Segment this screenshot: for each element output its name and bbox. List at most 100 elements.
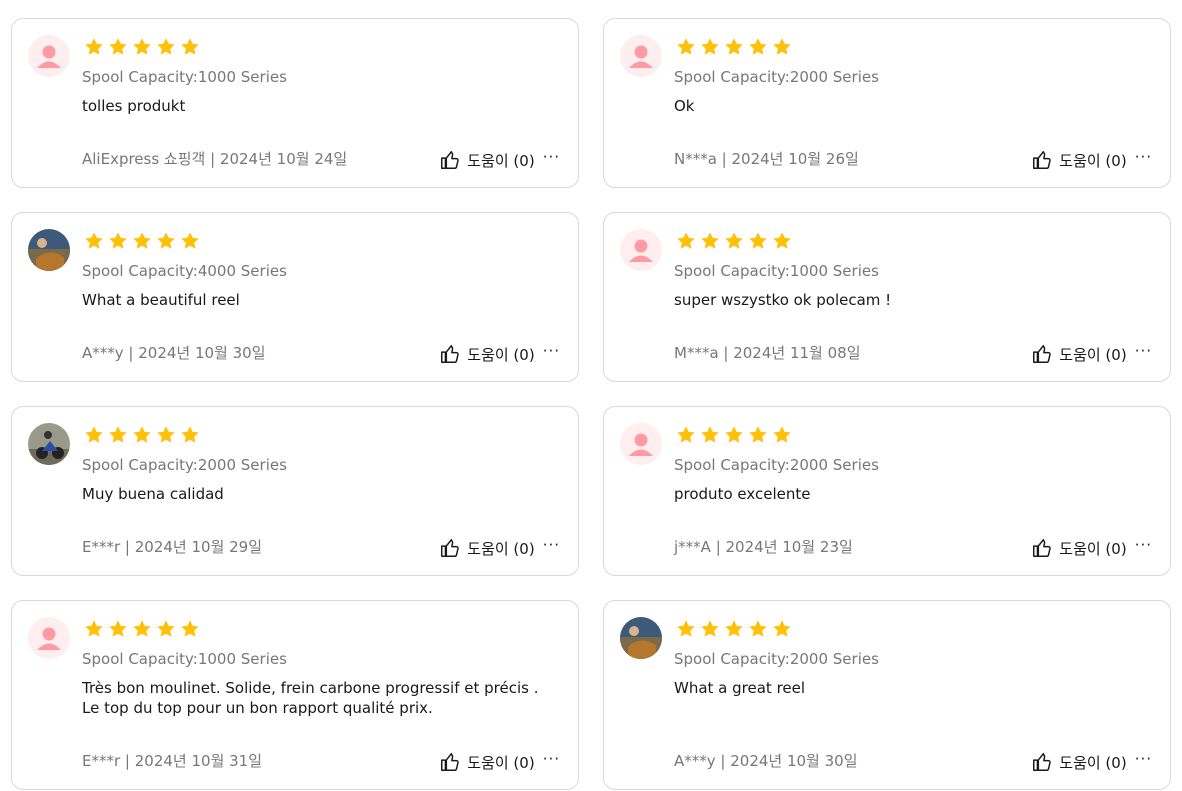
star-rating — [676, 231, 792, 251]
thumbs-up-icon — [1031, 343, 1053, 365]
star-icon — [109, 232, 127, 249]
spool-capacity-label: Spool Capacity:1000 Series — [82, 650, 287, 668]
star-icon — [133, 232, 151, 249]
star-icon — [133, 426, 151, 443]
star-icon — [749, 38, 767, 55]
star-icon — [701, 38, 719, 55]
helpful-button[interactable]: 도움이 (0) — [1031, 149, 1127, 171]
star-icon — [773, 232, 791, 249]
star-icon — [677, 620, 695, 637]
star-rating — [84, 425, 200, 445]
star-icon — [109, 426, 127, 443]
star-icon — [677, 426, 695, 443]
review-card: Spool Capacity:2000 Series Ok N***a | 20… — [603, 18, 1171, 188]
spool-capacity-label: Spool Capacity:1000 Series — [82, 68, 287, 86]
star-icon — [725, 620, 743, 637]
author-date: E***r | 2024년 10월 29일 — [82, 538, 263, 556]
helpful-button[interactable]: 도움이 (0) — [1031, 751, 1127, 773]
helpful-button[interactable]: 도움이 (0) — [1031, 537, 1127, 559]
more-icon[interactable]: ··· — [543, 343, 560, 359]
review-card: Spool Capacity:2000 Series Muy buena cal… — [11, 406, 579, 576]
star-icon — [157, 620, 175, 637]
author-date: A***y | 2024년 10월 30일 — [674, 752, 858, 770]
spool-capacity-label: Spool Capacity:4000 Series — [82, 262, 287, 280]
review-card: Spool Capacity:2000 Series What a great … — [603, 600, 1171, 790]
more-icon[interactable]: ··· — [1135, 149, 1152, 165]
default-avatar-icon — [28, 617, 70, 659]
star-rating — [676, 425, 792, 445]
spool-capacity-label: Spool Capacity:2000 Series — [674, 456, 879, 474]
star-icon — [701, 426, 719, 443]
thumbs-up-icon — [439, 537, 461, 559]
more-icon[interactable]: ··· — [1135, 537, 1152, 553]
helpful-label: 도움이 (0) — [1059, 753, 1127, 772]
review-actions: 도움이 (0) ··· — [1031, 537, 1152, 559]
helpful-label: 도움이 (0) — [467, 753, 535, 772]
helpful-button[interactable]: 도움이 (0) — [439, 751, 535, 773]
star-rating — [84, 231, 200, 251]
author-date: E***r | 2024년 10월 31일 — [82, 752, 263, 770]
star-icon — [725, 38, 743, 55]
star-icon — [85, 620, 103, 637]
review-text: produto excelente — [674, 485, 811, 503]
review-card: Spool Capacity:1000 Series super wszystk… — [603, 212, 1171, 382]
spool-capacity-label: Spool Capacity:2000 Series — [82, 456, 287, 474]
review-text: Muy buena calidad — [82, 485, 224, 503]
author-date: AliExpress 쇼핑객 | 2024년 10월 24일 — [82, 150, 348, 168]
star-icon — [85, 38, 103, 55]
star-icon — [85, 426, 103, 443]
more-icon[interactable]: ··· — [1135, 343, 1152, 359]
helpful-label: 도움이 (0) — [1059, 151, 1127, 170]
user-photo-avatar[interactable] — [28, 229, 70, 271]
star-icon — [157, 426, 175, 443]
star-icon — [133, 38, 151, 55]
star-icon — [749, 232, 767, 249]
star-rating — [676, 37, 792, 57]
star-icon — [157, 232, 175, 249]
author-date: N***a | 2024년 10월 26일 — [674, 150, 859, 168]
star-rating — [84, 37, 200, 57]
star-icon — [181, 426, 199, 443]
user-photo-avatar[interactable] — [620, 617, 662, 659]
helpful-button[interactable]: 도움이 (0) — [1031, 343, 1127, 365]
star-icon — [109, 38, 127, 55]
star-icon — [677, 232, 695, 249]
helpful-button[interactable]: 도움이 (0) — [439, 343, 535, 365]
more-icon[interactable]: ··· — [543, 751, 560, 767]
review-actions: 도움이 (0) ··· — [439, 751, 560, 773]
star-icon — [181, 232, 199, 249]
user-photo-avatar[interactable] — [28, 423, 70, 465]
thumbs-up-icon — [1031, 751, 1053, 773]
more-icon[interactable]: ··· — [543, 537, 560, 553]
star-rating — [676, 619, 792, 639]
thumbs-up-icon — [1031, 537, 1053, 559]
more-icon[interactable]: ··· — [1135, 751, 1152, 767]
default-avatar-icon — [28, 35, 70, 77]
author-date: j***A | 2024년 10월 23일 — [674, 538, 853, 556]
helpful-label: 도움이 (0) — [1059, 345, 1127, 364]
thumbs-up-icon — [439, 149, 461, 171]
review-actions: 도움이 (0) ··· — [1031, 751, 1152, 773]
review-actions: 도움이 (0) ··· — [1031, 149, 1152, 171]
star-rating — [84, 619, 200, 639]
star-icon — [725, 232, 743, 249]
star-icon — [725, 426, 743, 443]
review-text: What a beautiful reel — [82, 291, 240, 309]
star-icon — [773, 426, 791, 443]
helpful-label: 도움이 (0) — [467, 345, 535, 364]
spool-capacity-label: Spool Capacity:2000 Series — [674, 650, 879, 668]
star-icon — [773, 38, 791, 55]
author-date: A***y | 2024년 10월 30일 — [82, 344, 266, 362]
star-icon — [181, 620, 199, 637]
helpful-button[interactable]: 도움이 (0) — [439, 537, 535, 559]
review-text: Ok — [674, 97, 695, 115]
star-icon — [701, 232, 719, 249]
review-card: Spool Capacity:1000 Series tolles produk… — [11, 18, 579, 188]
helpful-label: 도움이 (0) — [467, 151, 535, 170]
thumbs-up-icon — [439, 751, 461, 773]
review-actions: 도움이 (0) ··· — [439, 149, 560, 171]
review-card: Spool Capacity:2000 Series produto excel… — [603, 406, 1171, 576]
star-icon — [157, 38, 175, 55]
more-icon[interactable]: ··· — [543, 149, 560, 165]
helpful-button[interactable]: 도움이 (0) — [439, 149, 535, 171]
